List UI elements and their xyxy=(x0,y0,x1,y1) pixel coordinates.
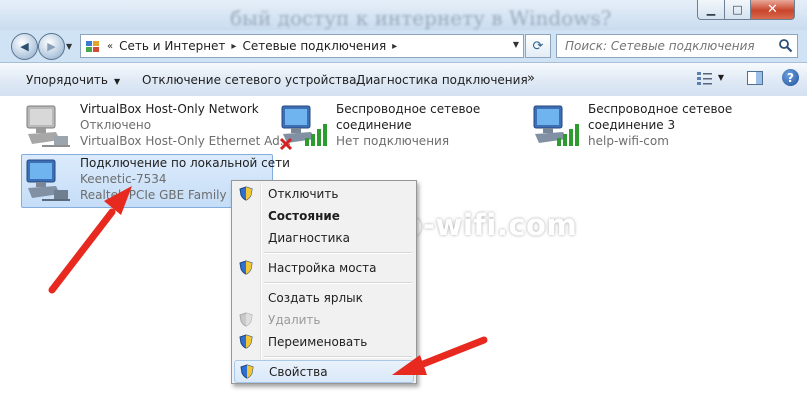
view-dropdown-icon[interactable]: ▼ xyxy=(718,73,724,82)
uac-shield-icon xyxy=(240,364,254,379)
refresh-icon: ⟳ xyxy=(532,38,544,54)
help-icon[interactable]: ? xyxy=(782,69,799,86)
disable-device-button[interactable]: Отключение сетевого устройства xyxy=(142,73,356,87)
preview-pane-icon[interactable] xyxy=(746,70,764,86)
search-input[interactable] xyxy=(563,38,767,54)
navigation-bar: ◀ ▶ ▼ « Сеть и Интернет ▸ Сетевые подклю… xyxy=(0,30,807,62)
search-icon[interactable] xyxy=(778,38,793,53)
refresh-button[interactable]: ⟳ xyxy=(525,34,551,58)
breadcrumb-separator[interactable]: ▸ xyxy=(392,41,397,52)
menu-item-properties[interactable]: Свойства xyxy=(234,360,414,383)
close-icon: ✕ xyxy=(767,2,778,17)
forward-arrow-icon: ▶ xyxy=(47,40,56,53)
more-commands-button[interactable]: » xyxy=(527,71,535,86)
context-menu: Отключить Состояние Диагностика Настройк… xyxy=(231,180,417,384)
connection-status: Отключено xyxy=(80,118,152,132)
uac-shield-icon xyxy=(239,260,253,275)
breadcrumb-separator[interactable]: ▸ xyxy=(231,41,236,52)
chevron-down-icon: ▼ xyxy=(113,77,121,86)
address-bar[interactable]: « Сеть и Интернет ▸ Сетевые подключения … xyxy=(80,34,524,58)
menu-item-rename[interactable]: Переименовать xyxy=(234,331,412,352)
title-bar[interactable]: бый доступ к интернету в Windows? ▁ □ ✕ xyxy=(0,0,807,30)
wireless-adapter-icon xyxy=(533,105,579,146)
menu-separator xyxy=(264,252,412,254)
connection-status: Нет подключения xyxy=(336,134,450,148)
diagnose-connection-button[interactable]: Диагностика подключения xyxy=(356,73,528,87)
network-adapter-disabled-icon xyxy=(26,105,70,147)
menu-item-status[interactable]: Состояние xyxy=(234,205,412,226)
menu-item-diagnose[interactable]: Диагностика xyxy=(234,227,412,248)
connection-name: Беспроводное сетевое xyxy=(588,102,733,116)
close-button[interactable]: ✕ xyxy=(751,0,795,20)
uac-shield-disabled-icon xyxy=(239,312,253,327)
uac-shield-icon xyxy=(239,186,253,201)
minimize-button[interactable]: ▁ xyxy=(697,0,725,20)
menu-item-delete: Удалить xyxy=(234,309,412,330)
back-arrow-icon: ◀ xyxy=(20,40,29,53)
breadcrumb-network-internet[interactable]: Сеть и Интернет xyxy=(119,39,225,53)
organize-menu[interactable]: Упорядочить ▼ xyxy=(26,73,120,87)
command-bar: Упорядочить ▼ Отключение сетевого устройс… xyxy=(0,62,807,97)
menu-item-create-shortcut[interactable]: Создать ярлык xyxy=(234,287,412,308)
connection-name: Беспроводное сетевое xyxy=(336,102,481,116)
background-page-title: бый доступ к интернету в Windows? xyxy=(230,6,612,30)
list-item-virtualbox[interactable]: VirtualBox Host-Only Network Отключено V… xyxy=(22,102,292,152)
back-button[interactable]: ◀ xyxy=(11,33,38,60)
wireless-adapter-icon xyxy=(279,105,327,151)
connection-status: help-wifi-com xyxy=(588,134,669,148)
connection-name: Подключение по локальной сети xyxy=(80,156,290,170)
change-view-icon[interactable] xyxy=(696,70,714,86)
menu-separator xyxy=(264,356,412,358)
menu-item-bridge[interactable]: Настройка моста xyxy=(234,257,412,278)
caption-buttons: ▁ □ ✕ xyxy=(697,0,795,20)
breadcrumb-overflow[interactable]: « xyxy=(107,41,113,52)
breadcrumb-network-connections[interactable]: Сетевые подключения xyxy=(242,39,386,53)
control-panel-icon xyxy=(86,41,99,52)
list-item-wireless-1[interactable]: Беспроводное сетевое соединение Нет подк… xyxy=(278,102,498,152)
connection-name-line2: соединение xyxy=(336,118,412,132)
connection-device: VirtualBox Host-Only Ethernet Ad... xyxy=(80,134,292,148)
list-item-wireless-3[interactable]: Беспроводное сетевое соединение 3 help-w… xyxy=(530,102,770,152)
ethernet-adapter-icon xyxy=(26,159,70,201)
forward-button[interactable]: ▶ xyxy=(38,33,65,60)
connection-name: VirtualBox Host-Only Network xyxy=(80,102,259,116)
address-dropdown-icon[interactable]: ▼ xyxy=(513,40,519,49)
maximize-icon: □ xyxy=(732,3,743,16)
search-box[interactable] xyxy=(556,34,798,58)
minimize-icon: ▁ xyxy=(706,3,716,16)
uac-shield-icon xyxy=(239,334,253,349)
maximize-button[interactable]: □ xyxy=(725,0,751,20)
view-controls: ▼ ? xyxy=(696,69,799,86)
connection-status: Keenetic-7534 xyxy=(80,172,167,186)
recent-pages-dropdown[interactable]: ▼ xyxy=(66,42,72,51)
menu-item-disable[interactable]: Отключить xyxy=(234,183,412,204)
connection-name-line2: соединение 3 xyxy=(588,118,676,132)
menu-separator xyxy=(264,282,412,284)
explorer-window: бый доступ к интернету в Windows? ▁ □ ✕ … xyxy=(0,0,807,409)
